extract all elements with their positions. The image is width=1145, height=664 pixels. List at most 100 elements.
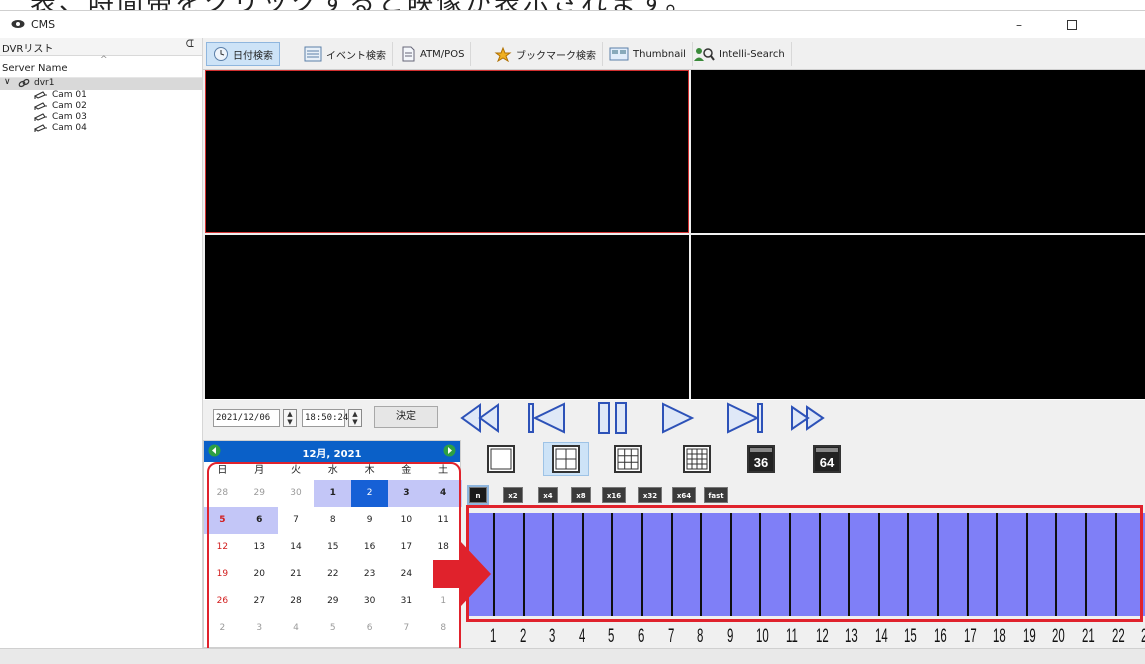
minimize-icon: – bbox=[1016, 18, 1022, 32]
timeline-highlight-frame bbox=[466, 505, 1143, 622]
time-field[interactable]: 18:50:24 bbox=[302, 409, 348, 427]
timeline-hour-label: 20 bbox=[1052, 626, 1066, 647]
timeline-hour-label: 4 bbox=[578, 626, 586, 647]
tab-label: イベント検索 bbox=[326, 50, 386, 62]
layout-64-icon: 64 bbox=[813, 445, 841, 473]
thumbnail-icon bbox=[609, 47, 629, 61]
pin-icon[interactable]: ᗭ bbox=[186, 39, 194, 50]
tab-label: ブックマーク検索 bbox=[516, 50, 596, 62]
video-channel-2[interactable] bbox=[691, 70, 1145, 233]
tree-item-cam02[interactable]: Cam 02 bbox=[0, 101, 202, 112]
cms-window: 表、時間帯をクリックすると映像が表示されます。 CMS – DVRリスト ᗭ ^… bbox=[0, 0, 1145, 664]
timeline-hour-label: 1 bbox=[490, 626, 497, 647]
maximize-icon bbox=[1067, 20, 1077, 30]
sort-icon: ^ bbox=[100, 55, 108, 65]
speed-x16-button[interactable]: x16 bbox=[602, 487, 626, 503]
fast-rewind-icon[interactable] bbox=[458, 401, 502, 435]
speed-n-button[interactable]: n bbox=[467, 485, 489, 505]
camera-icon bbox=[34, 124, 47, 132]
star-folder-icon bbox=[494, 46, 512, 62]
date-field[interactable]: 2021/12/06 bbox=[213, 409, 280, 427]
tab-label: Thumbnail bbox=[633, 48, 686, 60]
doc-caption: 表、時間帯をクリックすると映像が表示されます。 bbox=[0, 0, 1145, 10]
speed-x2-button[interactable]: x2 bbox=[503, 487, 523, 503]
server-name-label: Server Name bbox=[2, 63, 68, 74]
list-icon bbox=[304, 46, 322, 62]
timeline-hour-label: 2 bbox=[519, 626, 526, 647]
speed-x64-button[interactable]: x64 bbox=[672, 487, 696, 503]
timeline-hour-label: 14 bbox=[874, 626, 888, 647]
timeline-hour-label: 6 bbox=[638, 626, 645, 647]
time-spinner[interactable]: ▲ ▼ bbox=[348, 409, 362, 427]
layout-9-button[interactable] bbox=[605, 442, 651, 476]
camera-icon bbox=[34, 91, 47, 99]
title-bar: CMS – bbox=[0, 10, 1145, 38]
tree-item-label: Cam 04 bbox=[52, 123, 87, 133]
search-tab-bar: 日付検索 イベント検索 ATM/POS ブックマーク検索 Thumbnail I… bbox=[203, 38, 1145, 70]
timeline-hour-label: 16 bbox=[934, 626, 947, 647]
tree-item-label: Cam 01 bbox=[52, 90, 87, 100]
maximize-button[interactable] bbox=[1057, 15, 1087, 35]
tree-item-label: dvr1 bbox=[34, 78, 55, 88]
video-channel-4[interactable] bbox=[691, 235, 1145, 399]
tree-item-cam03[interactable]: Cam 03 bbox=[0, 112, 202, 123]
status-bar bbox=[0, 648, 1145, 664]
speed-x4-button[interactable]: x4 bbox=[538, 487, 558, 503]
layout-16-button[interactable] bbox=[674, 442, 720, 476]
timeline-hour-label: 18 bbox=[993, 626, 1006, 647]
tab-date-search[interactable]: 日付検索 bbox=[206, 42, 280, 66]
layout-36-icon: 36 bbox=[747, 445, 775, 473]
video-channel-1[interactable] bbox=[205, 70, 689, 233]
server-name-column-header[interactable]: ^ Server Name bbox=[0, 55, 202, 78]
video-channel-3[interactable] bbox=[205, 235, 689, 399]
tab-label: 日付検索 bbox=[233, 50, 273, 62]
calendar-month-label: 12月, 2021 bbox=[302, 449, 362, 460]
date-spinner[interactable]: ▲ ▼ bbox=[283, 409, 297, 427]
pause-icon[interactable] bbox=[592, 401, 636, 435]
skip-back-icon[interactable] bbox=[524, 401, 568, 435]
fast-forward-icon[interactable] bbox=[788, 401, 832, 435]
layout-1-button[interactable] bbox=[478, 442, 524, 476]
tree-item-cam04[interactable]: Cam 04 bbox=[0, 123, 202, 134]
play-icon[interactable] bbox=[660, 401, 704, 435]
clock-search-icon bbox=[214, 47, 228, 61]
confirm-button[interactable]: 決定 bbox=[374, 406, 438, 428]
timeline-hour-label: 13 bbox=[845, 626, 858, 647]
dvr-list-panel: DVRリスト ᗭ ^ Server Name ∨ dvr1 Cam 01 Cam… bbox=[0, 38, 203, 648]
tab-thumbnail[interactable]: Thumbnail bbox=[603, 42, 693, 66]
layout-36-button[interactable]: 36 bbox=[738, 442, 784, 476]
layout-36-label: 36 bbox=[754, 455, 768, 470]
speed-x8-button[interactable]: x8 bbox=[571, 487, 591, 503]
timeline-hour-label: 10 bbox=[756, 626, 770, 647]
timeline-hour-label: 21 bbox=[1082, 626, 1095, 647]
layout-4-button[interactable] bbox=[543, 442, 589, 476]
tab-event-search[interactable]: イベント検索 bbox=[298, 42, 393, 66]
chevron-down-icon[interactable]: ∨ bbox=[4, 77, 11, 87]
tab-intelli-search[interactable]: Intelli-Search bbox=[687, 42, 792, 66]
skip-forward-icon[interactable] bbox=[725, 401, 769, 435]
timeline-hour-label: 9 bbox=[726, 626, 734, 647]
annotation-arrow-icon bbox=[433, 542, 491, 606]
arrow-right-icon[interactable] bbox=[443, 444, 456, 457]
timeline-hour-label: 5 bbox=[608, 626, 615, 647]
tree-item-label: Cam 02 bbox=[52, 101, 87, 111]
timeline-hour-label: 19 bbox=[1022, 626, 1036, 647]
dvr-link-icon bbox=[18, 78, 30, 88]
timeline-hour-label: 15 bbox=[904, 626, 918, 647]
timeline-hour-label: 22 bbox=[1111, 626, 1125, 647]
speed-x32-button[interactable]: x32 bbox=[638, 487, 662, 503]
tab-label: ATM/POS bbox=[420, 48, 465, 60]
timeline-hour-label: 12 bbox=[815, 626, 829, 647]
timeline-hour-label: 17 bbox=[963, 626, 977, 647]
speed-fast-button[interactable]: fast bbox=[704, 487, 728, 503]
tree-item-cam01[interactable]: Cam 01 bbox=[0, 90, 202, 101]
tab-bookmark-search[interactable]: ブックマーク検索 bbox=[488, 42, 603, 66]
register-icon bbox=[402, 46, 415, 62]
timeline-hour-label: 2 bbox=[1141, 626, 1145, 648]
layout-64-button[interactable]: 64 bbox=[804, 442, 850, 476]
tab-atm-pos[interactable]: ATM/POS bbox=[394, 42, 472, 66]
dvr-list-title: DVRリスト bbox=[2, 44, 54, 55]
minimize-button[interactable]: – bbox=[1004, 15, 1034, 35]
tree-item-dvr1[interactable]: ∨ dvr1 bbox=[0, 77, 202, 90]
timeline-hour-label: 8 bbox=[697, 626, 704, 647]
